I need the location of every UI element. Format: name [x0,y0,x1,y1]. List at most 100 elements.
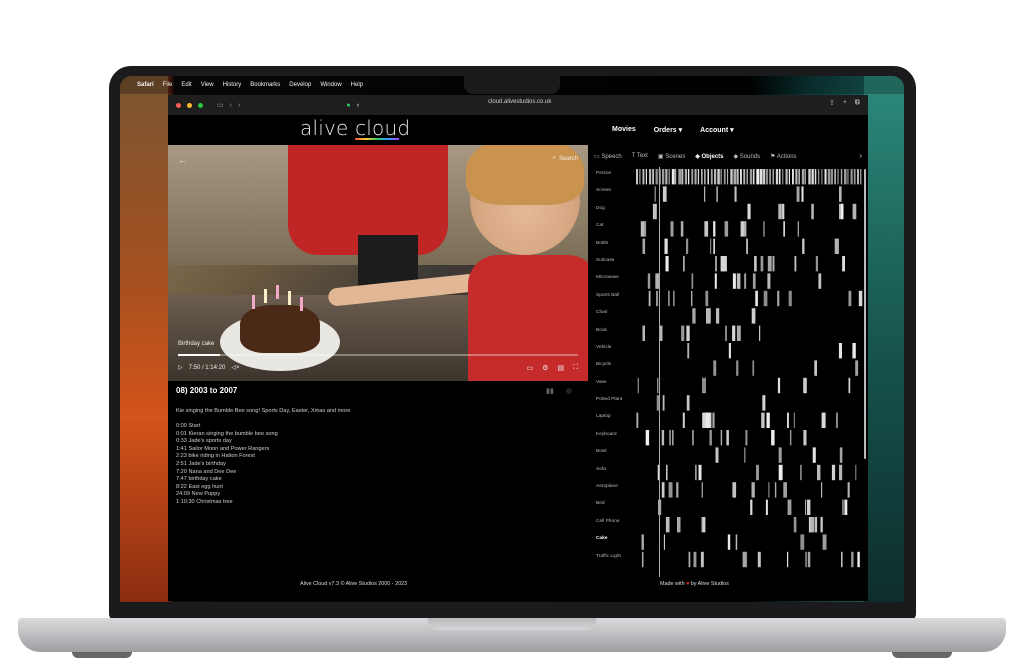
back-arrow-icon[interactable]: ← [178,155,187,165]
chapter-item[interactable]: 24:09 New Puppy [176,491,278,499]
tab-overview-icon[interactable]: ⧉ [855,99,860,107]
tab-objects[interactable]: ◈ Objects [695,153,723,160]
back-nav-icon[interactable]: ‹ [230,102,232,109]
object-label-dog[interactable]: Dog [596,206,622,223]
nav-orders[interactable]: Orders ▾ [654,126,682,134]
captions-icon[interactable]: ▤ [557,364,564,372]
detection-mark [766,412,770,428]
object-label-suitcase[interactable]: Suitcase [596,258,622,275]
chapter-item[interactable]: 0:00 Start [176,423,278,431]
info-icon[interactable]: ◎ [566,387,572,395]
tab-text[interactable]: T Text [632,153,648,160]
menu-develop[interactable]: Develop [289,82,311,88]
object-label-traffic-light[interactable]: Traffic Light [596,554,622,571]
object-label-cake[interactable]: Cake [596,536,622,553]
object-label-sports-ball[interactable]: Sports Ball [596,293,622,310]
tab-sounds[interactable]: ◆ Sounds [734,153,761,160]
menu-window[interactable]: Window [320,82,341,88]
laptop-foot-right [892,652,952,658]
object-label-keyboard[interactable]: Keyboard [596,432,622,449]
detection-mark [672,430,674,446]
detection-mark [697,169,700,185]
nav-movies[interactable]: Movies [612,126,636,134]
play-icon[interactable]: ▷ [178,364,183,371]
chapter-item[interactable]: 2:23 bike riding in Halton Forest [176,453,278,461]
object-label-vehicle[interactable]: Vehicle [596,345,622,362]
chapter-item[interactable]: 0:33 Jade's sports day [176,438,278,446]
detection-mark [756,464,759,481]
chevron-right-icon[interactable]: › [859,151,862,160]
chapter-item[interactable]: 7:20 Nana and Dee Dee [176,469,278,477]
chapter-item[interactable]: 8:22 East egg hunt [176,484,278,492]
object-label-screen[interactable]: Screen [596,188,622,205]
video-search-label: Search [558,155,578,162]
zoom-window-button[interactable] [198,102,203,108]
menu-help[interactable]: Help [351,82,363,88]
object-label-cell-phone[interactable]: Cell Phone [596,519,622,536]
object-label-laptop[interactable]: Laptop [596,414,622,431]
detection-mark [761,412,765,428]
sidebar-icon[interactable]: ▭ [217,101,224,109]
detection-mark [730,169,733,185]
forward-nav-icon[interactable]: › [238,102,240,109]
detection-mark [818,169,820,185]
menu-view[interactable]: View [201,82,214,88]
close-window-button[interactable] [176,102,181,108]
tab-speech[interactable]: ▭ Speech [594,153,622,160]
new-tab-icon[interactable]: + [843,99,847,107]
timeline-scrollbar[interactable] [864,169,866,459]
volume-icon[interactable]: ◁× [231,364,239,371]
video-search-button[interactable]: ⌕ Search [553,155,578,162]
object-label-bed[interactable]: Bed [596,501,622,518]
main-nav: Movies Orders ▾ Account ▾ [612,126,734,134]
chapter-item[interactable]: 0:01 Kieran singing the bumble bee song [176,431,278,439]
privacy-shield-icon[interactable]: ◐ [357,102,361,109]
object-timeline[interactable] [636,167,864,577]
laptop-screen: Safari File Edit View History Bookmarks … [120,76,904,602]
menu-history[interactable]: History [223,82,242,88]
minimize-window-button[interactable] [187,102,192,108]
chapter-item[interactable]: 1:41 Sailor Moon and Power Rangers [176,446,278,454]
stats-icon[interactable]: ▮▮ [546,387,554,395]
menu-bookmarks[interactable]: Bookmarks [250,82,280,88]
object-label-potted-plant[interactable]: Potted Plant [596,397,622,414]
object-label-vase[interactable]: Vase [596,380,622,397]
object-label-microwave[interactable]: Microwave [596,275,622,292]
airplay-icon[interactable]: ▭ [527,364,534,372]
chapter-item[interactable]: 1:10:30 Christmas tree [176,499,278,507]
fullscreen-icon[interactable]: ⛶ [573,364,578,372]
nav-account[interactable]: Account ▾ [700,126,733,134]
menu-edit[interactable]: Edit [181,82,191,88]
extension-icon[interactable]: ● [346,102,350,109]
detection-mark [800,534,805,550]
chapter-item[interactable]: 2:51 Jade's birthday [176,461,278,469]
video-player[interactable]: ← ⌕ Search Birthday cake ▷ 7:50 / 1:14:2… [168,145,588,381]
alive-cloud-logo[interactable]: alive cloud [300,116,410,140]
object-label-book[interactable]: Book [596,328,622,345]
detection-mark [714,169,717,185]
timeline-playhead[interactable] [659,167,660,577]
detection-mark [720,430,723,446]
detection-mark [655,169,658,185]
detection-mark [734,186,737,202]
object-label-sofa[interactable]: Sofa [596,467,622,484]
detection-mark [684,169,688,185]
object-label-person[interactable]: Person [596,171,622,188]
tab-scenes[interactable]: ▣ Scenes [658,153,685,160]
object-label-bottle[interactable]: Bottle [596,241,622,258]
video-progress-bar[interactable] [178,354,578,356]
object-label-cat[interactable]: Cat [596,223,622,240]
object-label-chair[interactable]: Chair [596,310,622,327]
object-label-bicycle[interactable]: Bicycle [596,362,622,379]
object-label-bowl[interactable]: Bowl [596,449,622,466]
object-label-aeroplane[interactable]: Aeroplane [596,484,622,501]
share-icon[interactable]: ⇪ [829,99,835,107]
tab-actions[interactable]: ⚑ Actions [770,153,796,160]
detection-mark [665,256,669,272]
detection-mark [759,169,763,185]
menubar-app-name[interactable]: Safari [137,82,154,88]
chapter-item[interactable]: 7:47 birthday cake [176,476,278,484]
menu-file[interactable]: File [163,82,173,88]
address-bar[interactable]: cloud.alivestudios.co.uk [488,99,551,105]
settings-gear-icon[interactable]: ⚙ [542,364,548,372]
